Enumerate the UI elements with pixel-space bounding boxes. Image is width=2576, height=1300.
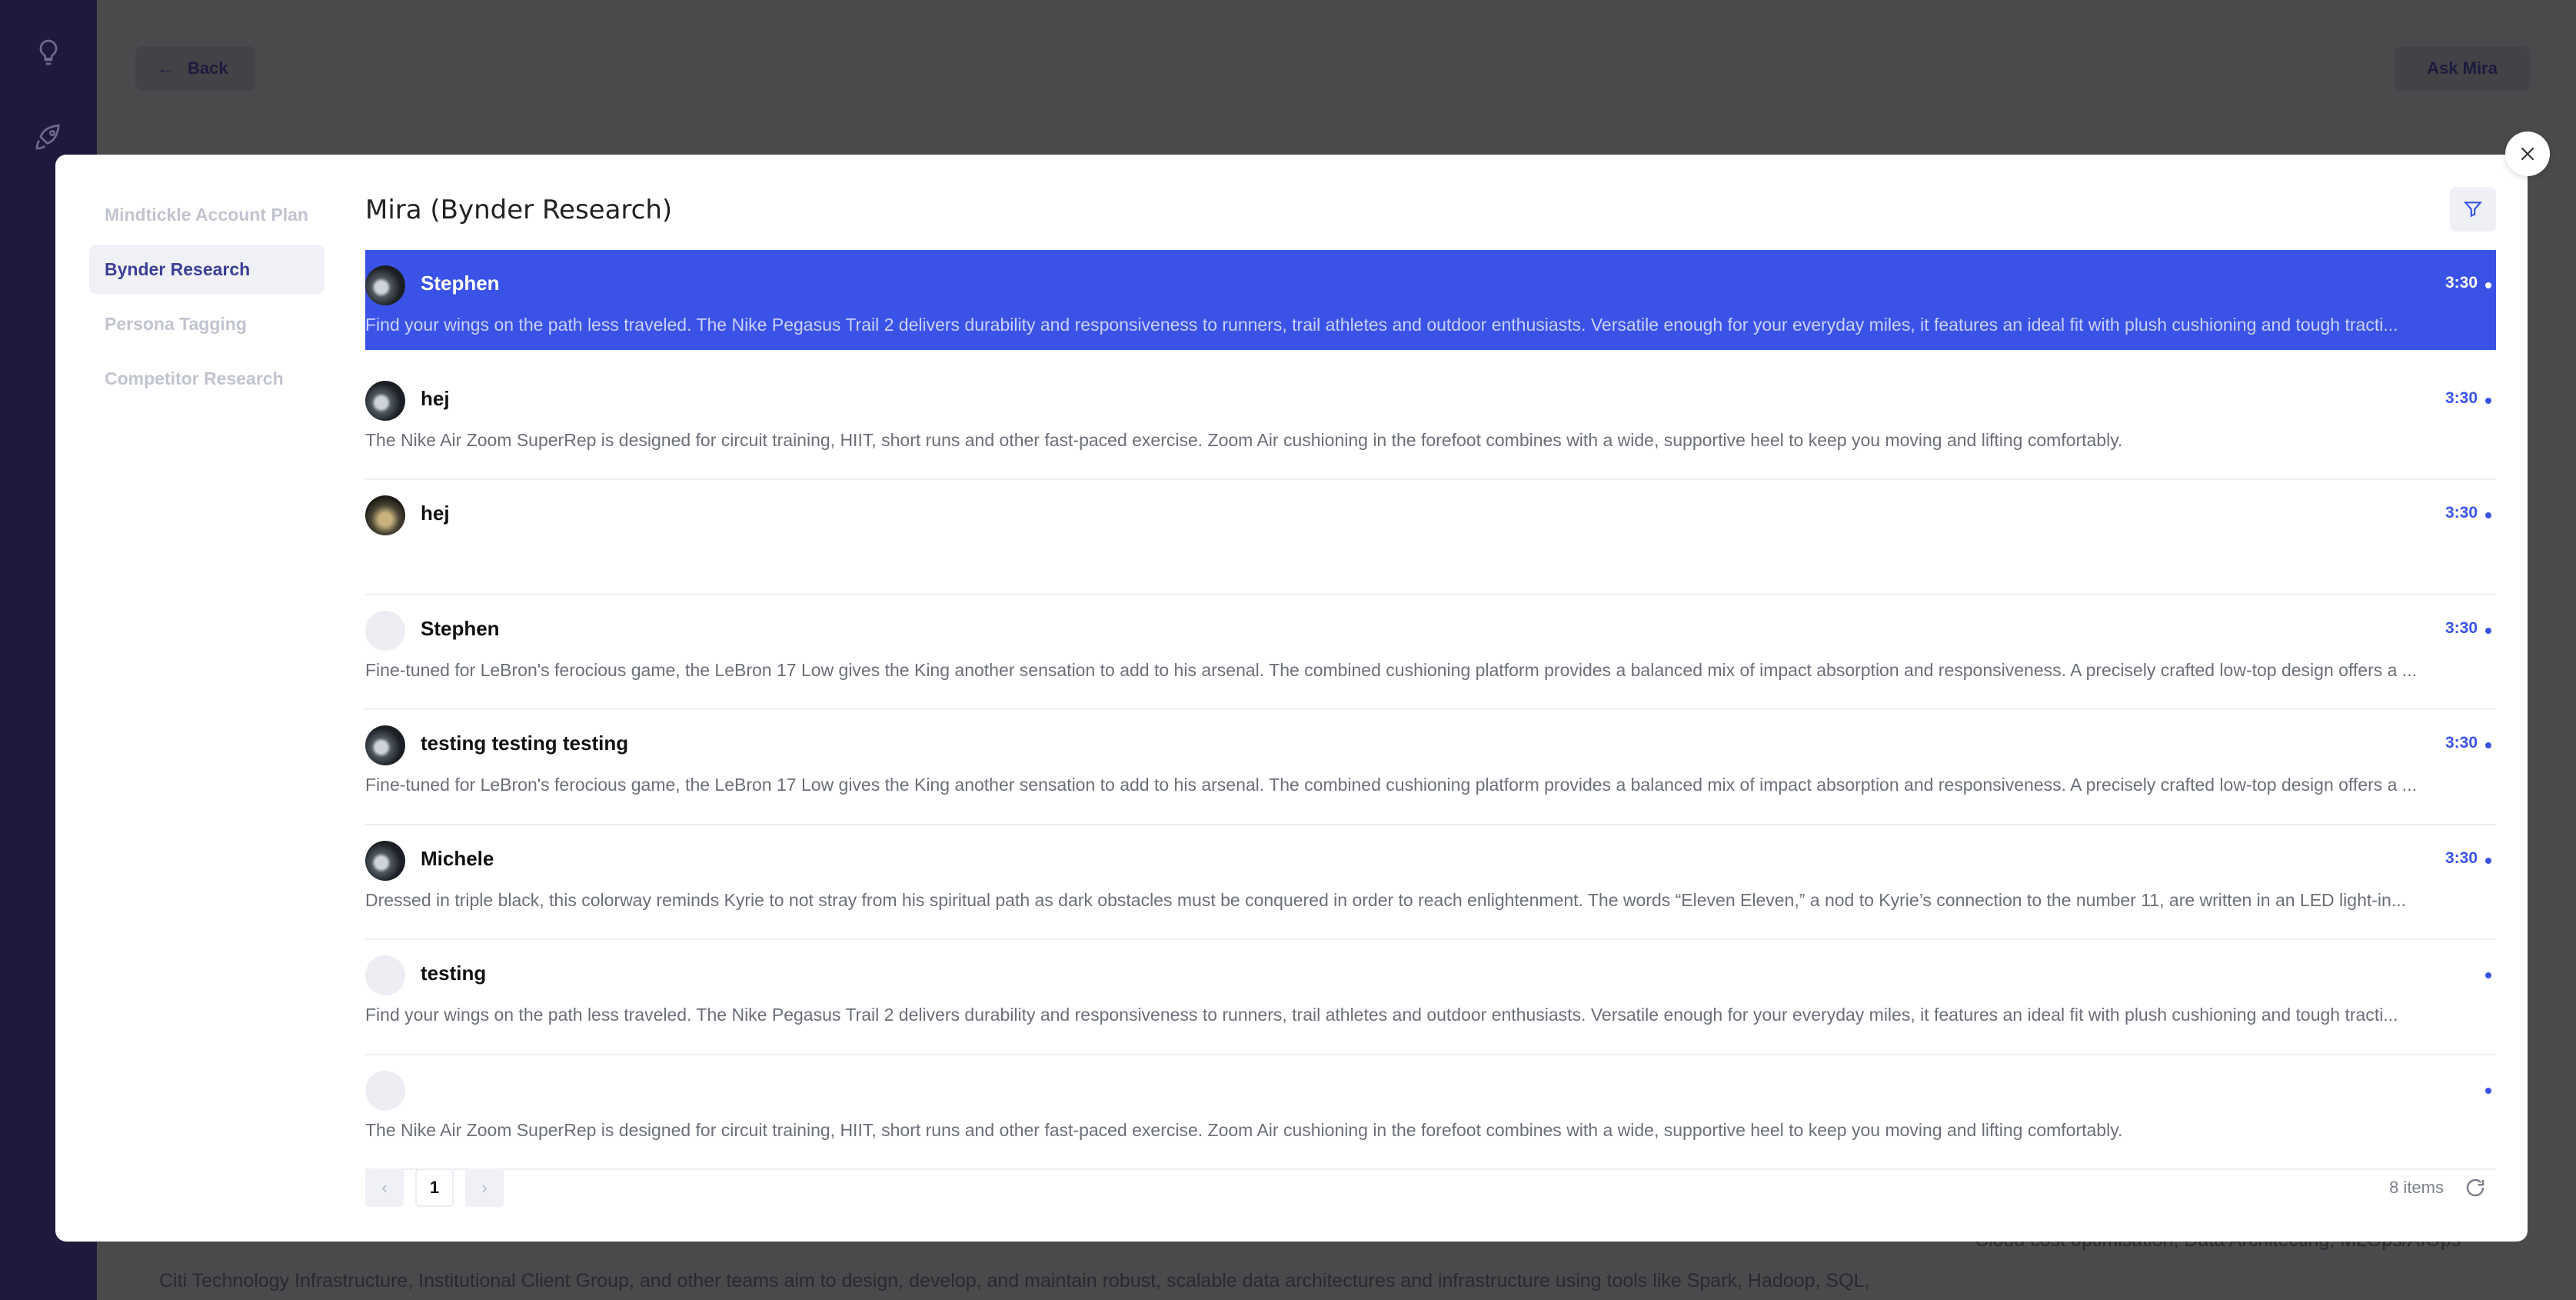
prev-page-button[interactable]: ‹ bbox=[365, 1168, 404, 1207]
ask-mira-label: Ask Mira bbox=[2427, 58, 2498, 78]
unread-dot bbox=[2485, 857, 2491, 864]
list-item[interactable]: testing Find your wings on the path less… bbox=[365, 940, 2496, 1055]
item-description: Fine-tuned for LeBron's ferocious game, … bbox=[365, 659, 2417, 680]
item-time: 3:30 bbox=[2445, 734, 2478, 752]
unread-dot bbox=[2485, 512, 2491, 518]
filter-icon bbox=[2463, 202, 2483, 218]
item-name: hej bbox=[421, 386, 450, 410]
filter-button[interactable] bbox=[2450, 187, 2496, 232]
page-number-button[interactable]: 1 bbox=[415, 1168, 454, 1207]
background-description-text: Citi Technology Infrastructure, Institut… bbox=[159, 1270, 1870, 1292]
unread-dot bbox=[2485, 1087, 2491, 1094]
sidebar-item-persona-tagging[interactable]: Persona Tagging bbox=[89, 299, 324, 348]
unread-dot bbox=[2485, 627, 2491, 634]
list-item[interactable]: Stephen 3:30 Fine-tuned for LeBron's fer… bbox=[365, 595, 2496, 710]
avatar bbox=[365, 610, 405, 651]
unread-dot bbox=[2485, 972, 2491, 978]
item-time: 3:30 bbox=[2445, 388, 2478, 407]
avatar bbox=[365, 380, 405, 421]
item-description: Find your wings on the path less travele… bbox=[365, 1005, 2398, 1025]
list-item[interactable]: testing testing testing 3:30 Fine-tuned … bbox=[365, 710, 2496, 825]
close-icon bbox=[2521, 147, 2534, 161]
avatar bbox=[365, 495, 405, 535]
ask-mira-button[interactable]: Ask Mira bbox=[2395, 46, 2530, 91]
item-description: The Nike Air Zoom SuperRep is designed f… bbox=[365, 1119, 2123, 1140]
item-description: Find your wings on the path less travele… bbox=[365, 315, 2398, 335]
list-item[interactable]: The Nike Air Zoom SuperRep is designed f… bbox=[365, 1055, 2496, 1170]
back-button[interactable]: ← Back bbox=[135, 46, 255, 91]
sidebar-item-mindtickle-account-plan[interactable]: Mindtickle Account Plan bbox=[89, 190, 324, 239]
lightbulb-icon[interactable] bbox=[33, 37, 64, 68]
item-description: The Nike Air Zoom SuperRep is designed f… bbox=[365, 429, 2123, 450]
avatar bbox=[365, 955, 405, 995]
item-name: testing bbox=[421, 962, 487, 985]
item-name: Stephen bbox=[421, 272, 500, 295]
unread-dot bbox=[2485, 742, 2491, 748]
research-modal: Mindtickle Account Plan Bynder Research … bbox=[55, 155, 2528, 1242]
unread-dot bbox=[2485, 397, 2491, 404]
item-name: Michele bbox=[421, 846, 494, 870]
item-description: Fine-tuned for LeBron's ferocious game, … bbox=[365, 775, 2417, 795]
next-page-button[interactable]: › bbox=[465, 1168, 504, 1207]
sidebar-item-bynder-research[interactable]: Bynder Research bbox=[89, 245, 324, 294]
item-time: 3:30 bbox=[2445, 618, 2478, 637]
modal-sidebar: Mindtickle Account Plan Bynder Research … bbox=[89, 190, 324, 408]
avatar bbox=[365, 840, 405, 881]
modal-content: Mira (Bynder Research) Stephen 3:30 Find… bbox=[365, 155, 2496, 1170]
item-name: hej bbox=[421, 502, 450, 525]
refresh-icon[interactable] bbox=[2464, 1176, 2487, 1199]
list-item[interactable]: hej 3:30 bbox=[365, 480, 2496, 595]
avatar bbox=[365, 725, 405, 765]
list-item[interactable]: Michele 3:30 Dressed in triple black, th… bbox=[365, 825, 2496, 940]
item-name: testing testing testing bbox=[421, 732, 629, 755]
list-item[interactable]: hej 3:30 The Nike Air Zoom SuperRep is d… bbox=[365, 365, 2496, 480]
back-label: Back bbox=[188, 58, 228, 78]
item-time: 3:30 bbox=[2445, 504, 2478, 522]
items-count: 8 items bbox=[2389, 1178, 2444, 1197]
item-description: Dressed in triple black, this colorway r… bbox=[365, 889, 2406, 910]
unread-dot bbox=[2485, 282, 2491, 288]
page-title: Mira (Bynder Research) bbox=[365, 195, 673, 225]
item-time: 3:30 bbox=[2445, 848, 2478, 867]
item-name: Stephen bbox=[421, 616, 500, 640]
message-list: Stephen 3:30 Find your wings on the path… bbox=[365, 250, 2496, 1170]
rocket-icon[interactable] bbox=[33, 122, 64, 152]
close-button[interactable] bbox=[2505, 132, 2550, 176]
item-time: 3:30 bbox=[2445, 274, 2478, 292]
avatar bbox=[365, 1070, 405, 1111]
arrow-left-icon: ← bbox=[157, 58, 174, 78]
sidebar-item-competitor-research[interactable]: Competitor Research bbox=[89, 354, 324, 403]
pagination-bar: ‹ 1 › 8 items bbox=[365, 1168, 2496, 1210]
list-item[interactable]: Stephen 3:30 Find your wings on the path… bbox=[365, 250, 2496, 350]
avatar bbox=[365, 265, 405, 305]
content-header: Mira (Bynder Research) bbox=[365, 155, 2496, 250]
